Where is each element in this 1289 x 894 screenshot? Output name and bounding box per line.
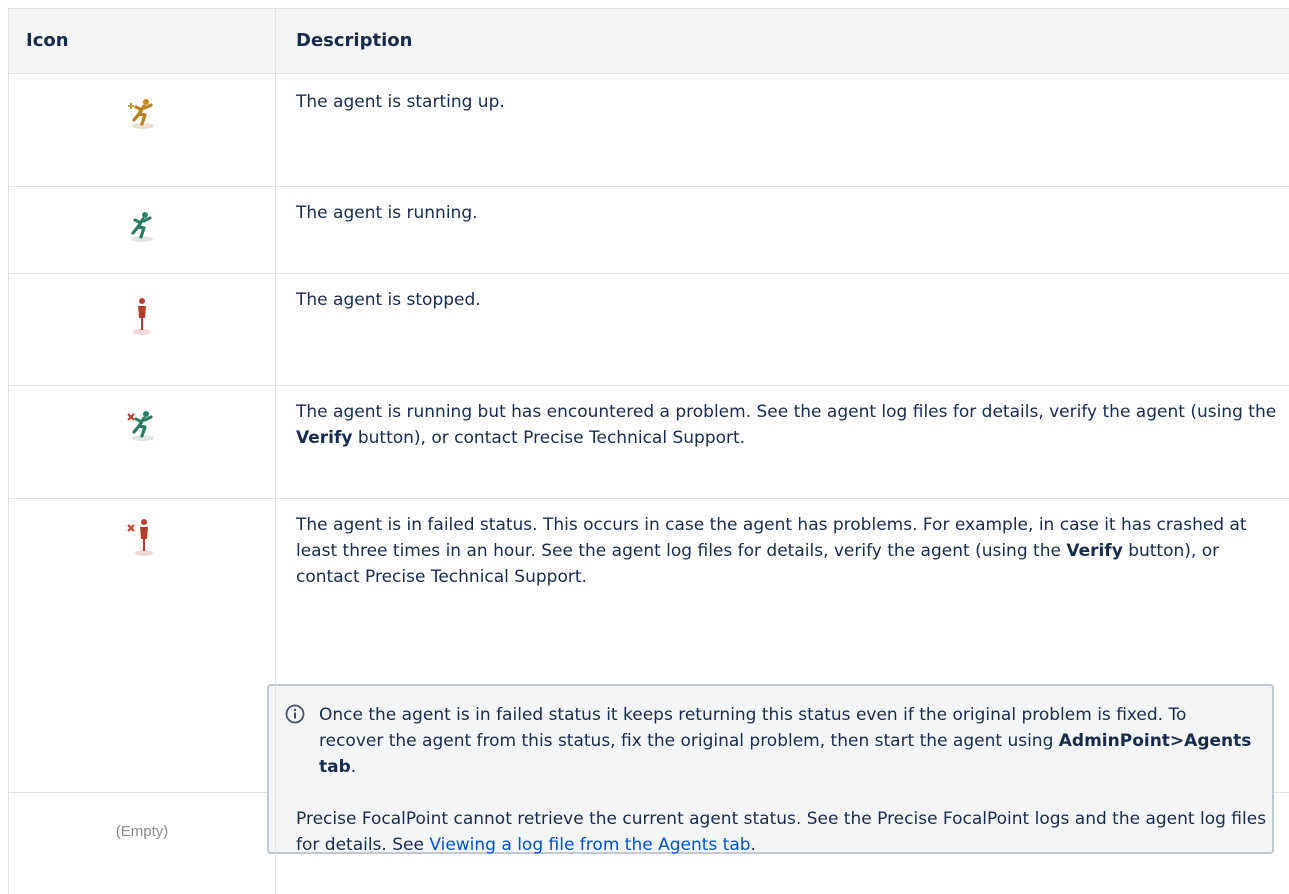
agent-starting-icon (9, 96, 275, 130)
table-row: The agent is running. (9, 187, 1289, 274)
info-text: Once the agent is in failed status it ke… (319, 705, 1252, 777)
table-row: The agent is running but has encountered… (9, 386, 1289, 499)
row-description: The agent is running but has encountered… (296, 402, 1277, 448)
row-description: The agent is stopped. (296, 290, 481, 310)
agent-failed-icon (9, 517, 275, 557)
row-description: The agent is in failed status. This occu… (296, 515, 1247, 587)
info-icon (285, 704, 305, 724)
table-row: The agent is starting up. (9, 74, 1289, 187)
header-description: Description (296, 30, 413, 51)
verify-label: Verify (1066, 541, 1123, 561)
empty-status-label: (Empty) (115, 823, 169, 840)
agent-running-problem-icon (9, 408, 275, 442)
empty-icon-cell: (Empty) (9, 793, 275, 845)
agent-status-table: Icon Description The agent is starting u… (8, 8, 1289, 894)
column-divider (275, 9, 276, 894)
viewing-log-file-link[interactable]: Viewing a log file from the Agents tab (429, 835, 750, 855)
agent-running-icon (9, 209, 275, 243)
table-header-row: Icon Description (9, 9, 1289, 74)
table-row: The agent is in failed status. This occu… (9, 499, 1289, 854)
row-description: Precise FocalPoint cannot retrieve the c… (296, 809, 1267, 855)
table-row: The agent is stopped. (9, 274, 1289, 386)
agent-stopped-icon (9, 296, 275, 336)
header-icon: Icon (26, 30, 69, 51)
verify-label: Verify (296, 428, 353, 448)
row-description: The agent is starting up. (296, 92, 505, 112)
row-description: The agent is running. (296, 203, 478, 223)
table-row: (Empty) Precise FocalPoint cannot retrie… (9, 793, 1289, 894)
